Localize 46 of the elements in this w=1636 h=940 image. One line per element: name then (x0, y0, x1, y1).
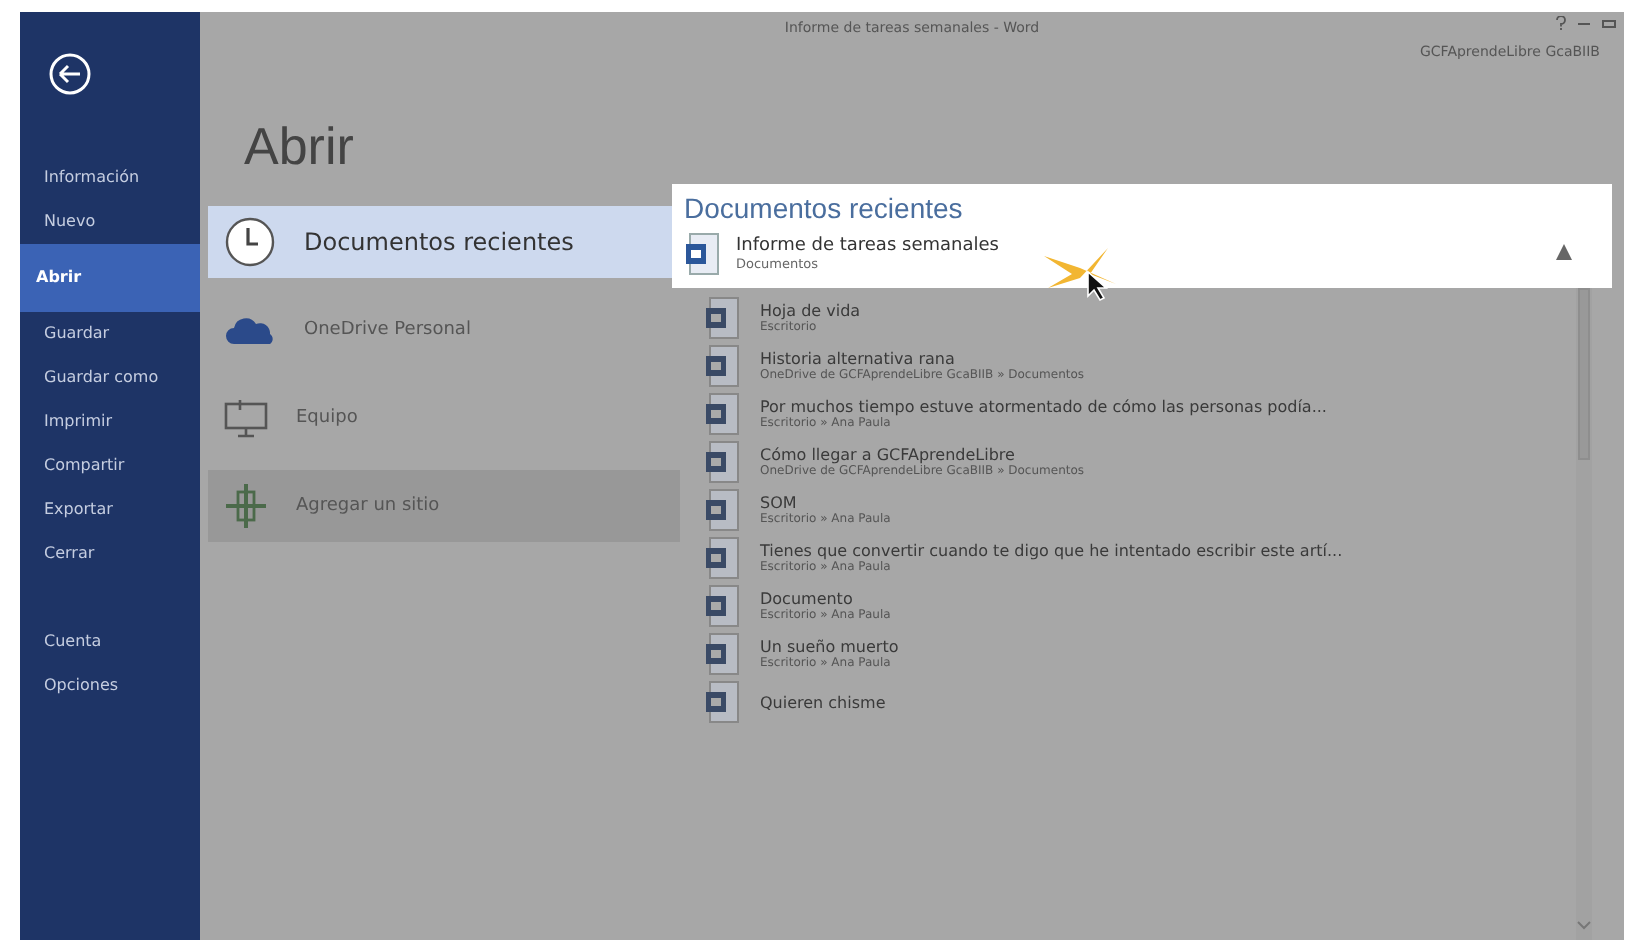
sidebar-item[interactable]: Cuenta (20, 620, 200, 664)
file-name: Informe de tareas semanales (736, 236, 999, 256)
file-name: Tienes que convertir cuando te digo que he intentado escribir este artí... (760, 542, 1343, 560)
document-icon (704, 584, 740, 628)
place-item[interactable]: Equipo (208, 382, 680, 454)
document-icon (704, 392, 740, 436)
place-item[interactable]: OneDrive Personal (208, 294, 680, 366)
sidebar-item[interactable]: Imprimir (20, 400, 200, 444)
document-icon (684, 232, 720, 276)
sidebar-item[interactable]: Información (20, 156, 200, 200)
file-name: SOM (760, 494, 799, 512)
sidebar-item[interactable]: Nuevo (20, 200, 200, 244)
add-place-icon (224, 482, 268, 530)
help-icon[interactable] (1556, 16, 1566, 30)
file-name: Documento (760, 590, 855, 608)
document-icon (704, 296, 740, 340)
file-name: Por muchos tiempo estuve atormentado de cómo las personas podía... (760, 398, 1327, 416)
clock-icon (224, 216, 276, 268)
sidebar-item[interactable]: Exportar (20, 488, 200, 532)
file-name: Historia alternativa rana (760, 350, 957, 368)
back-icon[interactable] (48, 52, 92, 96)
recent-file-item[interactable]: Quieren chisme (704, 680, 1612, 724)
scroll-down-icon[interactable] (1576, 920, 1592, 932)
document-icon (704, 488, 740, 532)
restore-icon[interactable] (1602, 16, 1616, 30)
scroll-thumb[interactable] (1578, 288, 1590, 460)
document-icon (704, 680, 740, 724)
cloud-icon (224, 312, 276, 348)
file-name: Cómo llegar a GCFAprendeLibre (760, 446, 1017, 464)
document-icon (704, 536, 740, 580)
sidebar-item[interactable]: Abrir (20, 244, 200, 312)
sidebar-item[interactable]: Guardar como (20, 356, 200, 400)
document-icon (704, 632, 740, 676)
computer-icon (224, 398, 268, 438)
document-icon (704, 440, 740, 484)
file-name: Hoja de vida (760, 302, 861, 320)
sidebar-item[interactable]: Compartir (20, 444, 200, 488)
document-icon (704, 344, 740, 388)
file-name: Quieren chisme (760, 693, 886, 711)
sidebar-item[interactable]: Guardar (20, 312, 200, 356)
page-title: Abrir (244, 116, 356, 178)
file-name: Un sueño muerto (760, 638, 899, 656)
section-heading: Documentos recientes (684, 192, 965, 224)
pin-icon[interactable] (1556, 244, 1572, 264)
sidebar-item[interactable]: Cerrar (20, 532, 200, 576)
sidebar-item[interactable]: Opciones (20, 664, 200, 708)
